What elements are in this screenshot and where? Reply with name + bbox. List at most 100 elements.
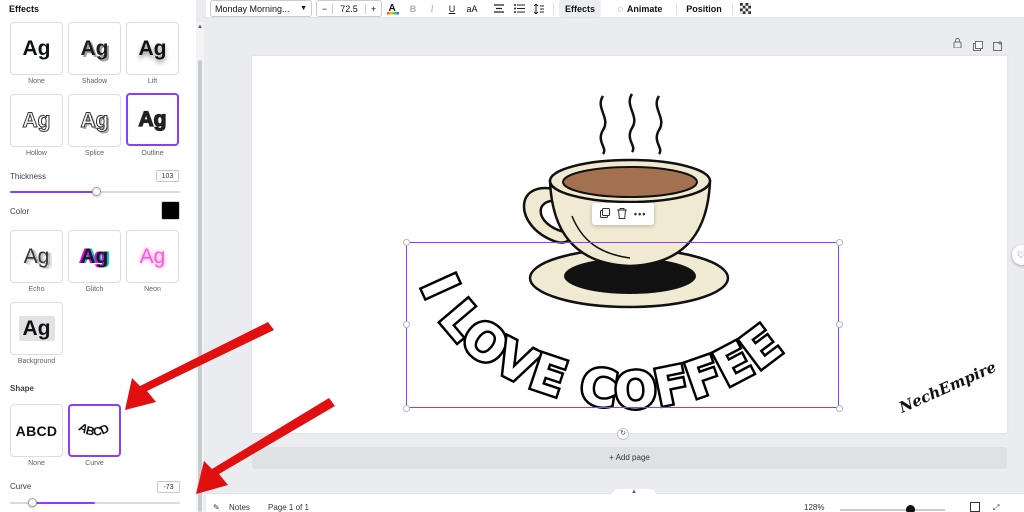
zoom-slider-knob[interactable] [905,505,915,512]
effect-label: Glitch [85,286,104,293]
notes-button[interactable]: Notes [229,503,250,512]
font-size-control: − 72.5 + [316,0,382,17]
zoom-level[interactable]: 128% [804,503,824,512]
effect-preview: Ag [22,109,51,132]
effect-label: Echo [28,286,45,293]
page-indicator: Page 1 of 1 [268,503,309,512]
thickness-input[interactable]: 103 [156,170,179,182]
shape-none-tile[interactable]: ABCD [10,404,63,457]
thickness-label: Thickness [10,172,47,181]
font-size-decrease[interactable]: − [317,3,333,14]
effect-label: Neon [144,286,161,293]
rotate-icon[interactable]: ↻ [617,428,629,440]
shape-preview: ABCD [76,419,111,438]
more-icon[interactable]: ••• [634,209,646,219]
add-icon[interactable] [993,38,1003,56]
shape-heading: Shape [10,384,35,393]
steam-icon [655,95,663,155]
color-swatch[interactable] [161,201,180,220]
font-size-increase[interactable]: + [365,3,381,14]
effect-outline-tile[interactable]: Ag [126,93,179,146]
scroll-up-icon[interactable]: ▲ [194,24,206,30]
effect-glitch-tile[interactable]: Ag [68,230,121,283]
italic-icon[interactable]: I [425,0,439,17]
chevron-up-icon[interactable]: ▲ [612,489,656,497]
effect-preview: Ag [80,37,109,60]
thickness-slider-fill [10,191,97,193]
effect-shadow-tile[interactable]: Ag [68,22,121,75]
copy-icon[interactable] [973,38,983,56]
svg-text:ABCD: ABCD [76,419,111,438]
steam-icon [628,93,636,153]
effect-neon-tile[interactable]: Ag [126,230,179,283]
toolbar-divider [553,3,554,15]
resize-handle[interactable] [403,239,410,246]
resize-handle[interactable] [836,321,843,328]
notes-icon[interactable]: ✎ [213,503,220,512]
shape-label: None [28,460,45,467]
lock-icon[interactable] [953,38,962,50]
effect-preview: Ag [18,316,55,341]
effect-preview: Ag [138,108,167,131]
selection-box[interactable] [406,242,839,408]
effect-preview: Ag [23,245,50,268]
thickness-slider-knob[interactable] [92,187,102,196]
resize-handle[interactable] [403,321,410,328]
coffee [562,166,698,198]
animate-label: Animate [626,3,663,14]
signature-text: NechEmpire [895,358,998,417]
zoom-slider[interactable] [840,509,945,511]
shape-curve-tile[interactable]: ABCD [68,404,121,457]
font-family-value: Monday Morning... [215,3,290,14]
effect-preview: Ag [80,109,109,132]
resize-handle[interactable] [403,405,410,412]
spacing-icon[interactable] [532,0,546,17]
curve-slider-knob[interactable] [27,498,37,507]
curve-slider-fill [35,502,95,504]
effect-preview: Ag [139,245,166,268]
animate-button[interactable]: ◌ Animate [610,0,670,17]
align-icon[interactable] [492,0,506,17]
effects-button[interactable]: Effects [559,0,601,17]
bold-icon[interactable]: B [406,0,420,17]
color-label: Color [10,207,30,216]
toolbar-divider [676,3,677,15]
effect-label: Lift [147,78,158,85]
effect-hollow-tile[interactable]: Ag [10,94,63,147]
list-icon[interactable] [512,0,526,17]
effect-splice-tile[interactable]: Ag [68,94,121,147]
effect-background-tile[interactable]: Ag [10,302,63,355]
position-button[interactable]: Position [682,0,726,17]
effects-panel: Effects Ag None Ag Shadow Ag Lift Ag Hol… [0,0,196,512]
effect-label: Hollow [25,150,47,157]
effect-preview: Ag [80,245,109,268]
element-context-menu: ••• [592,203,654,225]
animate-icon: ◌ [617,3,623,14]
add-page-button[interactable]: + Add page [252,447,1007,469]
resize-handle[interactable] [836,239,843,246]
font-size-input[interactable]: 72.5 [333,4,365,14]
curve-input[interactable]: -73 [157,481,180,493]
curve-label: Curve [10,482,32,491]
panel-scrollbar-thumb[interactable] [198,60,202,512]
underline-icon[interactable]: U [445,0,459,17]
fullscreen-icon[interactable]: ⤢ [993,503,999,512]
effect-none-tile[interactable]: Ag [10,22,63,75]
case-icon[interactable]: aA [464,0,480,17]
text-color-icon[interactable]: A [386,0,400,17]
panel-title: Effects [9,4,40,14]
effect-label: Background [17,358,56,365]
chevron-down-icon: ▼ [300,5,307,12]
transparency-icon[interactable] [738,0,752,17]
curve-preview-icon: ABCD [76,419,111,438]
trash-icon[interactable] [616,207,627,221]
effect-preview: Ag [138,37,167,60]
grid-view-icon[interactable] [970,502,980,512]
effect-echo-tile[interactable]: Ag [10,230,63,283]
shape-label: Curve [85,460,104,467]
effect-label: Outline [141,150,164,157]
font-family-dropdown[interactable]: Monday Morning... ▼ [210,0,312,17]
copy-icon[interactable] [599,208,610,220]
resize-handle[interactable] [836,405,843,412]
effect-lift-tile[interactable]: Ag [126,22,179,75]
